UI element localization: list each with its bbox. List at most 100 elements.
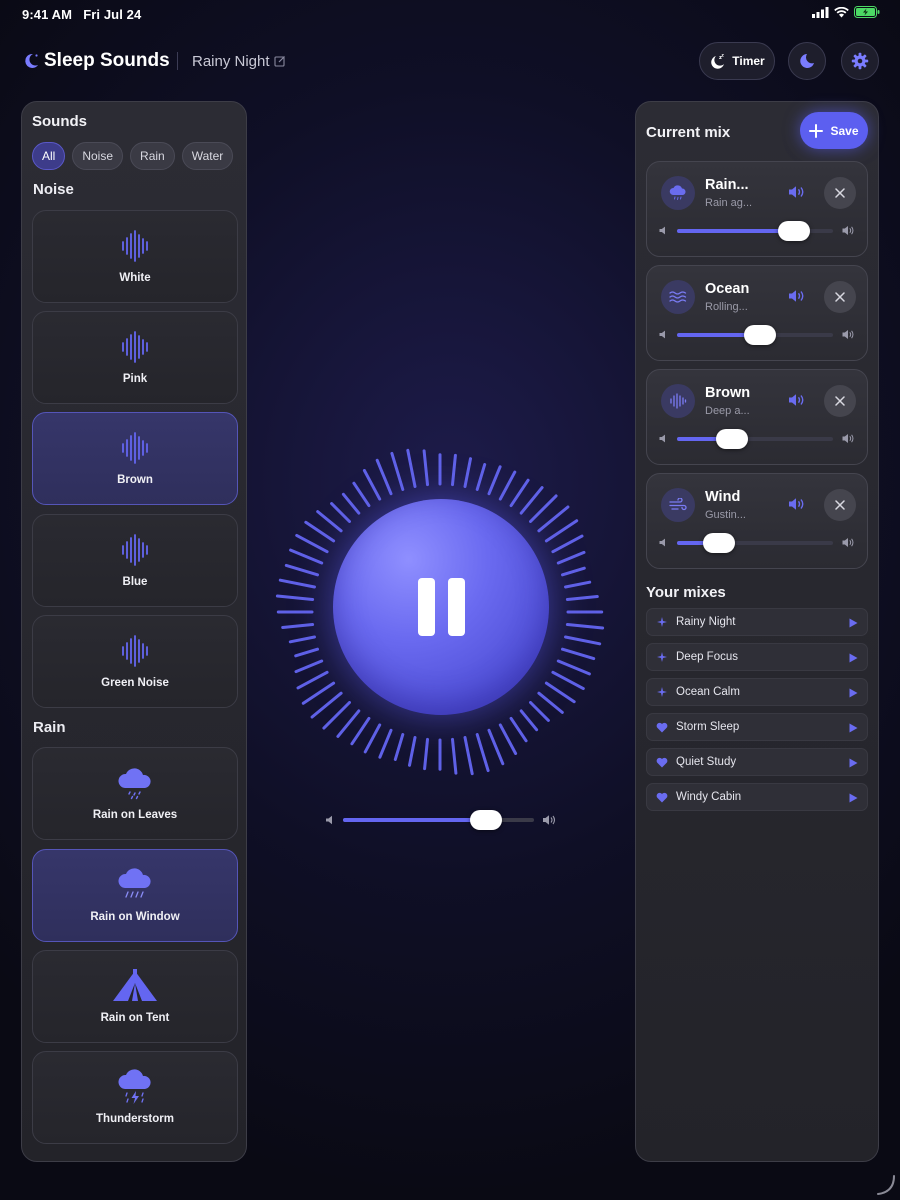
remove-sound-button[interactable] <box>824 385 856 417</box>
mix-subtitle: Deep a... <box>705 405 750 417</box>
resize-handle-icon <box>877 1175 895 1195</box>
play-icon[interactable] <box>849 688 858 698</box>
visualizer-bar <box>561 566 586 577</box>
visualizer-bar <box>281 623 315 629</box>
play-icon[interactable] <box>849 618 858 628</box>
mix-avatar <box>661 280 695 314</box>
play-icon[interactable] <box>849 653 858 663</box>
saved-mix-item[interactable]: Deep Focus <box>646 643 868 671</box>
mix-card: Wind Gustin... <box>646 473 868 569</box>
pause-button[interactable] <box>333 499 549 715</box>
cloud-bolt-icon <box>118 1069 151 1104</box>
heart-icon <box>656 792 668 802</box>
remove-sound-button[interactable] <box>824 281 856 313</box>
waveform-icon <box>670 393 687 409</box>
speaker-icon[interactable] <box>788 393 806 407</box>
sound-card-pink[interactable]: Pink <box>32 311 238 404</box>
master-volume-fill <box>343 818 487 822</box>
saved-mix-item[interactable]: Quiet Study <box>646 748 868 776</box>
saved-mix-item[interactable]: Storm Sleep <box>646 713 868 741</box>
sound-card-thunderstorm[interactable]: Thunderstorm <box>32 1051 238 1144</box>
filter-chip-rain[interactable]: Rain <box>130 142 175 170</box>
master-volume-thumb[interactable] <box>470 810 503 830</box>
visualizer-bar <box>519 486 544 515</box>
mix-volume-thumb[interactable] <box>703 533 736 553</box>
visualizer-bar <box>463 736 474 776</box>
filter-chip-all[interactable]: All <box>32 142 66 170</box>
visualizer-bar <box>475 463 487 491</box>
visualizer-bar <box>341 492 361 515</box>
volume-low-icon <box>326 815 332 825</box>
play-icon[interactable] <box>849 758 858 768</box>
saved-mix-label: Storm Sleep <box>676 721 740 733</box>
mix-avatar <box>661 488 695 522</box>
night-mode-button[interactable] <box>788 42 826 80</box>
filter-chip-water[interactable]: Water <box>181 142 234 170</box>
close-icon <box>835 396 845 406</box>
visualizer-bar <box>537 691 564 714</box>
visualizer-bar <box>296 670 329 690</box>
visualizer-bar <box>408 736 417 767</box>
saved-mix-label: Ocean Calm <box>676 686 740 698</box>
sound-card-label: Rain on Leaves <box>92 809 178 821</box>
saved-mix-item[interactable]: Ocean Calm <box>646 678 868 706</box>
mix-volume-slider[interactable] <box>659 325 857 345</box>
cellular-icon <box>812 6 829 18</box>
save-mix-button[interactable]: Save <box>800 112 868 149</box>
play-icon[interactable] <box>849 723 858 733</box>
saved-mix-item[interactable]: Windy Cabin <box>646 783 868 811</box>
sound-card-brown[interactable]: Brown <box>32 412 238 505</box>
mix-volume-track <box>677 541 833 545</box>
settings-button[interactable] <box>841 42 879 80</box>
sound-card-rain-on-tent[interactable]: Rain on Tent <box>32 950 238 1043</box>
visualizer-bar <box>350 716 371 746</box>
remove-sound-button[interactable] <box>824 489 856 521</box>
your-mixes-title: Your mixes <box>646 584 726 601</box>
saved-mix-item[interactable]: Rainy Night <box>646 608 868 636</box>
sound-card-rain-on-leaves[interactable]: Rain on Leaves <box>32 747 238 840</box>
volume-high-icon <box>543 815 556 825</box>
waves-icon <box>669 291 687 303</box>
sound-card-blue[interactable]: Blue <box>32 514 238 607</box>
mix-subtitle: Rain ag... <box>705 197 753 209</box>
mix-volume-thumb[interactable] <box>743 325 776 345</box>
visualizer-bar <box>519 709 539 732</box>
timer-button[interactable]: z z Timer <box>699 42 775 80</box>
visualizer-bar <box>316 510 343 533</box>
visualizer-bar <box>498 723 518 755</box>
speaker-icon[interactable] <box>788 185 806 199</box>
visualizer-bar <box>564 580 592 589</box>
master-volume-slider[interactable] <box>325 810 557 830</box>
mix-name: Ocean <box>705 281 750 297</box>
filter-chip-noise[interactable]: Noise <box>72 142 124 170</box>
speaker-icon[interactable] <box>788 497 806 511</box>
sound-card-label: Rain on Tent <box>100 1012 170 1024</box>
speaker-icon[interactable] <box>788 289 806 303</box>
mix-card: Ocean Rolling... <box>646 265 868 361</box>
master-volume-track <box>343 818 534 822</box>
mix-card: Brown Deep a... <box>646 369 868 465</box>
volume-high-icon <box>842 226 854 235</box>
mix-volume-thumb[interactable] <box>715 429 748 449</box>
sound-card-green-noise[interactable]: Green Noise <box>32 615 238 708</box>
sound-card-rain-on-window[interactable]: Rain on Window <box>32 849 238 942</box>
mix-volume-slider[interactable] <box>659 429 857 449</box>
timer-moon-icon: z z <box>711 53 725 69</box>
title-divider <box>177 52 178 70</box>
visualizer-bar <box>295 533 329 554</box>
mix-volume-slider[interactable] <box>659 533 857 553</box>
sound-card-white[interactable]: White <box>32 210 238 303</box>
mix-title[interactable]: Rainy Night <box>192 53 270 70</box>
play-icon[interactable] <box>849 793 858 803</box>
mix-volume-slider[interactable] <box>659 221 857 241</box>
mix-name: Rain... <box>705 177 749 193</box>
filter-chips: All Noise Rain Water <box>32 142 234 170</box>
edit-icon[interactable] <box>274 55 286 67</box>
visualizer-bar <box>362 469 382 501</box>
visualizer-bar <box>393 733 405 761</box>
remove-sound-button[interactable] <box>824 177 856 209</box>
timer-label: Timer <box>732 54 765 68</box>
volume-high-icon <box>842 434 854 443</box>
mix-volume-thumb[interactable] <box>778 221 810 241</box>
visualizer-bar <box>288 635 316 644</box>
